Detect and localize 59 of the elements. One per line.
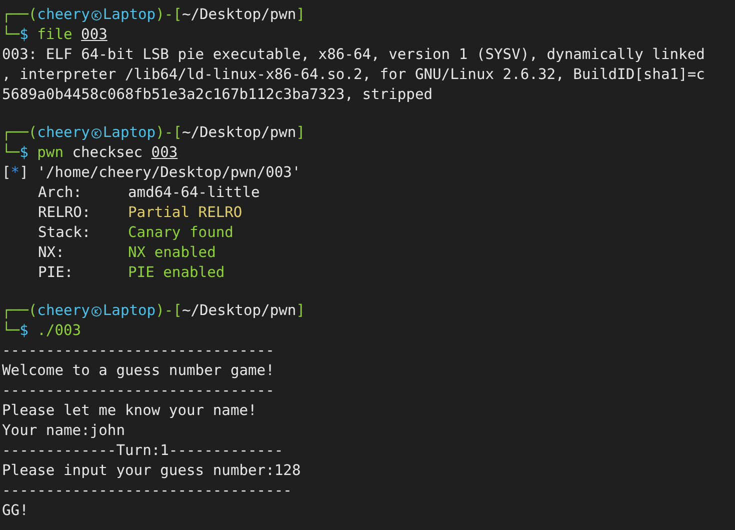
output-line: ------------------------------- xyxy=(2,341,274,361)
field-label: Stack: xyxy=(38,223,92,243)
prompt-frame: )-[ xyxy=(156,301,182,321)
bracket: ] xyxy=(20,163,28,183)
prompt-frame: )-[ xyxy=(156,123,182,143)
circled-symbol-icon xyxy=(90,128,102,138)
output-line: --------------------------------- xyxy=(2,481,292,501)
field-value: NX enabled xyxy=(128,243,216,263)
prompt-frame: └─ xyxy=(2,321,20,341)
field-label: Arch: xyxy=(38,183,83,203)
prompt-symbol: $ xyxy=(20,144,28,163)
current-path: ~/Desktop/pwn xyxy=(182,5,296,25)
hostname: Laptop xyxy=(102,5,156,25)
output-line: 003: ELF 64-bit LSB pie executable, x86-64, version 1 (SYSV), dynamically linked xyxy=(2,45,705,65)
prompt-frame: └─ xyxy=(2,25,20,45)
hostname: Laptop xyxy=(102,123,156,143)
output-line: GG! xyxy=(2,501,28,521)
prompt-frame: ┌──( xyxy=(2,5,38,25)
command-name: pwn xyxy=(37,143,64,163)
field-label: NX: xyxy=(38,243,66,263)
output-line: Your name:john xyxy=(2,421,126,441)
prompt-frame: ┌──( xyxy=(2,301,38,321)
prompt-frame: ] xyxy=(296,5,305,25)
prompt-symbol: $ xyxy=(20,26,28,45)
current-path: ~/Desktop/pwn xyxy=(182,123,296,143)
field-value: Partial RELRO xyxy=(128,203,242,223)
prompt-frame: ] xyxy=(296,301,305,321)
info-marker: * xyxy=(10,163,20,183)
prompt-frame: └─ xyxy=(2,143,20,163)
command-name: file xyxy=(37,25,72,45)
field-label: RELRO: xyxy=(38,203,92,223)
output-line: ------------------------------- xyxy=(2,381,274,401)
output-line: Please let me know your name! xyxy=(2,401,257,421)
field-value: Canary found xyxy=(128,223,234,243)
field-label: PIE: xyxy=(38,263,74,283)
command-argument: 003 xyxy=(151,143,178,163)
output-line: , interpreter /lib64/ld-linux-x86-64.so.2, for GNU/Linux 2.6.32, BuildID[sha1]=c xyxy=(2,65,705,85)
output-line: Please input your guess number:128 xyxy=(2,461,301,481)
command-argument: 003 xyxy=(81,25,108,45)
username: cheery xyxy=(37,123,90,143)
circled-symbol-icon xyxy=(90,306,102,316)
prompt-frame: ┌──( xyxy=(2,123,38,143)
file-path: '/home/cheery/Desktop/pwn/003' xyxy=(37,163,301,183)
circled-symbol-icon xyxy=(90,10,102,20)
bracket: [ xyxy=(2,163,11,183)
current-path: ~/Desktop/pwn xyxy=(182,301,296,321)
output-line: -------------Turn:1------------- xyxy=(2,441,284,461)
command-name: ./003 xyxy=(37,321,82,341)
prompt-frame: )-[ xyxy=(156,5,182,25)
output-line: Welcome to a guess number game! xyxy=(2,361,274,381)
username: cheery xyxy=(37,301,90,321)
output-line: 5689a0b4458c068fb51e3a2c167b112c3ba7323, stripped xyxy=(2,85,433,105)
command-argument: checksec xyxy=(72,143,143,163)
field-value: amd64-64-little xyxy=(128,183,260,203)
username: cheery xyxy=(37,5,90,25)
field-value: PIE enabled xyxy=(128,263,225,283)
prompt-frame: ] xyxy=(296,123,305,143)
prompt-symbol: $ xyxy=(20,322,28,341)
hostname: Laptop xyxy=(102,301,156,321)
